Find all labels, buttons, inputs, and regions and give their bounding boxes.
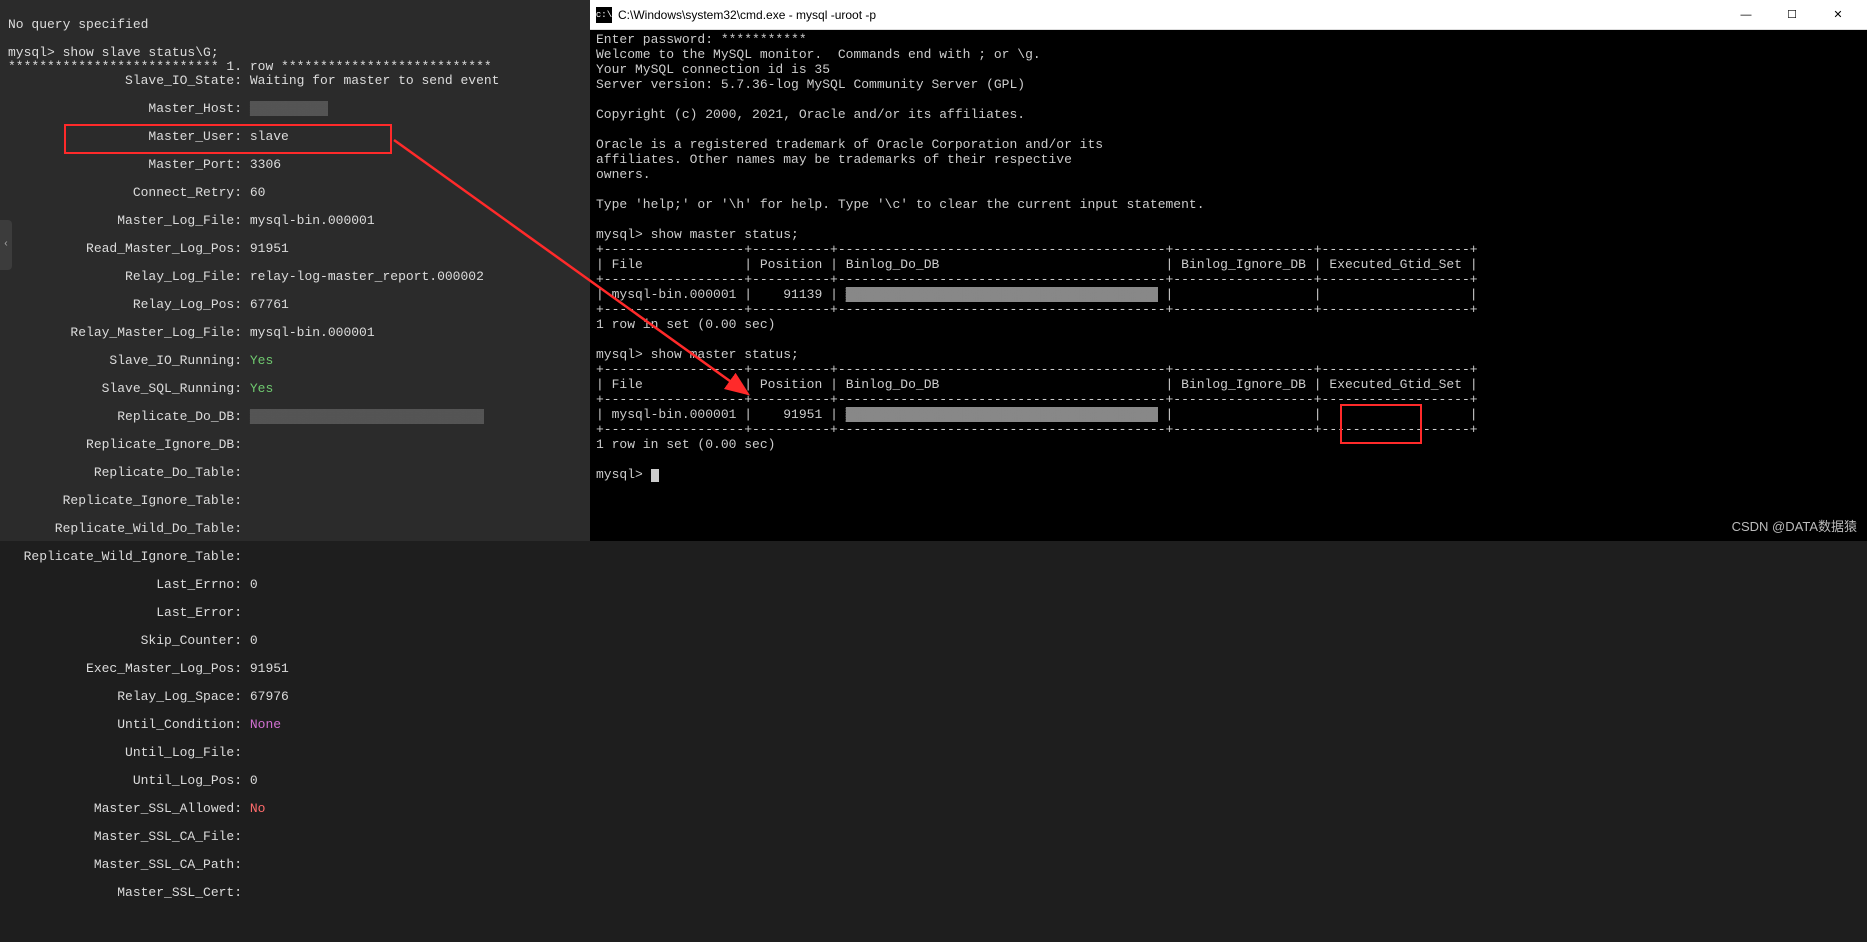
val-read-master-log-pos: 91951 [250,241,289,256]
field-line: Replicate_Do_Table: [8,466,582,480]
val-master-user: slave [250,129,289,144]
field-line: Master_Host: ▓▓▓▓▓▓▓▓▓▓ [8,102,582,116]
highlight-box-position [1340,404,1422,444]
hdr-pos2: Position [760,377,822,392]
window-titlebar[interactable]: c:\ C:\Windows\system32\cmd.exe - mysql … [590,0,1867,30]
no-query-text: No query specified [8,17,148,32]
field-line: Skip_Counter: 0 [8,634,582,648]
val-replicate-do-db: ▓▓▓▓▓▓▓▓▓▓▓▓▓▓▓▓▓▓▓▓▓▓▓▓▓▓▓▓▓▓ [250,409,484,424]
field-line: Relay_Master_Log_File: mysql-bin.000001 [8,326,582,340]
line-welcome: Welcome to the MySQL monitor. Commands e… [596,47,1041,62]
val-master-log-file: mysql-bin.000001 [250,213,375,228]
line-cmd1: mysql> show master status; [596,227,799,242]
val-until-condition: None [250,717,281,732]
field-line: Slave_SQL_Running: Yes [8,382,582,396]
line-enter-pw: Enter password: *********** [596,32,807,47]
field-line: Read_Master_Log_Pos: 91951 [8,242,582,256]
cell-pos2: 91951 [783,407,822,422]
field-line: Relay_Log_File: relay-log-master_report.… [8,270,582,284]
hdr-igdb2: Binlog_Ignore_DB [1181,377,1306,392]
val-relay-log-space: 67976 [250,689,289,704]
field-line: Until_Log_File: [8,746,582,760]
val-relay-log-file: relay-log-master_report.000002 [250,269,484,284]
cmd-window: c:\ C:\Windows\system32\cmd.exe - mysql … [590,0,1867,541]
field-line: Master_SSL_Allowed: No [8,802,582,816]
line-copyright: Copyright (c) 2000, 2021, Oracle and/or … [596,107,1025,122]
cmd-icon: c:\ [596,7,612,23]
line-cmd2: mysql> show master status; [596,347,799,362]
line-trademark2: affiliates. Other names may be trademark… [596,152,1072,167]
cell-dodb2: ▓▓▓▓▓▓▓▓▓▓▓▓▓▓▓▓▓▓▓▓▓▓▓▓▓▓▓▓▓▓▓▓▓▓▓▓▓▓▓▓ [846,407,1158,422]
field-line: Slave_IO_State: Waiting for master to se… [8,74,582,88]
val-until-log-pos: 0 [250,773,258,788]
field-line: Replicate_Wild_Do_Table: [8,522,582,536]
sidebar-handle[interactable]: ‹ [0,220,12,270]
hdr-dodb: Binlog_Do_DB [846,257,940,272]
field-line: Replicate_Do_DB: ▓▓▓▓▓▓▓▓▓▓▓▓▓▓▓▓▓▓▓▓▓▓▓… [8,410,582,424]
cell-dodb1: ▓▓▓▓▓▓▓▓▓▓▓▓▓▓▓▓▓▓▓▓▓▓▓▓▓▓▓▓▓▓▓▓▓▓▓▓▓▓▓▓ [846,287,1158,302]
field-line: Relay_Log_Pos: 67761 [8,298,582,312]
field-line: Relay_Log_Space: 67976 [8,690,582,704]
row-header: *************************** 1. row *****… [8,59,492,74]
val-connect-retry: 60 [250,185,266,200]
hdr-gtid2: Executed_Gtid_Set [1329,377,1462,392]
field-line: Exec_Master_Log_Pos: 91951 [8,662,582,676]
field-line: Master_SSL_CA_File: [8,830,582,844]
cell-pos1: 91139 [783,287,822,302]
val-relay-log-pos: 67761 [250,297,289,312]
maximize-button[interactable]: ☐ [1769,0,1815,30]
val-master-port: 3306 [250,157,281,172]
hdr-igdb: Binlog_Ignore_DB [1181,257,1306,272]
watermark-text: CSDN @DATA数据猿 [1732,516,1857,535]
field-line: Until_Log_Pos: 0 [8,774,582,788]
hdr-file: File [612,257,643,272]
val-slave-io-running: Yes [250,353,273,368]
field-line: Master_SSL_Cert: [8,886,582,900]
field-line: Connect_Retry: 60 [8,186,582,200]
line-help: Type 'help;' or '\h' for help. Type '\c'… [596,197,1205,212]
cell-file1: mysql-bin.000001 [612,287,737,302]
hdr-dodb2: Binlog_Do_DB [846,377,940,392]
val-exec-master-log-pos: 91951 [250,661,289,676]
line-rowset1: 1 row in set (0.00 sec) [596,317,775,332]
window-title: C:\Windows\system32\cmd.exe - mysql -uro… [618,8,1723,22]
field-line: Master_Log_File: mysql-bin.000001 [8,214,582,228]
val-last-errno: 0 [250,577,258,592]
val-slave-sql-running: Yes [250,381,273,396]
cell-file2: mysql-bin.000001 [612,407,737,422]
field-line: Last_Error: [8,606,582,620]
field-line: Until_Condition: None [8,718,582,732]
val-master-ssl-allowed: No [250,801,266,816]
hdr-gtid: Executed_Gtid_Set [1329,257,1462,272]
field-line: Master_Port: 3306 [8,158,582,172]
cursor-block [651,469,659,482]
field-line: Last_Errno: 0 [8,578,582,592]
line-trademark1: Oracle is a registered trademark of Orac… [596,137,1103,152]
field-line: Master_User: slave [8,130,582,144]
val-relay-master-log-file: mysql-bin.000001 [250,325,375,340]
field-line: Slave_IO_Running: Yes [8,354,582,368]
field-line: Master_SSL_CA_Path: [8,858,582,872]
val-slave-io-state: Waiting for master to send event [250,73,500,88]
close-button[interactable]: ✕ [1815,0,1861,30]
minimize-button[interactable]: — [1723,0,1769,30]
left-terminal[interactable]: No query specified mysql> show slave sta… [0,0,590,541]
hdr-pos: Position [760,257,822,272]
field-line: Replicate_Ignore_Table: [8,494,582,508]
cmd-terminal[interactable]: Enter password: *********** Welcome to t… [590,30,1867,541]
mysql-prompt-line: mysql> show slave status\G; [8,45,219,60]
line-cmd3: mysql> [596,467,651,482]
line-trademark3: owners. [596,167,651,182]
field-line: Replicate_Ignore_DB: [8,438,582,452]
line-rowset2: 1 row in set (0.00 sec) [596,437,775,452]
hdr-file2: File [612,377,643,392]
line-conn-id: Your MySQL connection id is 35 [596,62,830,77]
window-controls: — ☐ ✕ [1723,0,1861,30]
val-skip-counter: 0 [250,633,258,648]
field-line: Replicate_Wild_Ignore_Table: [8,550,582,564]
val-master-host: ▓▓▓▓▓▓▓▓▓▓ [250,101,328,116]
line-version: Server version: 5.7.36-log MySQL Communi… [596,77,1025,92]
